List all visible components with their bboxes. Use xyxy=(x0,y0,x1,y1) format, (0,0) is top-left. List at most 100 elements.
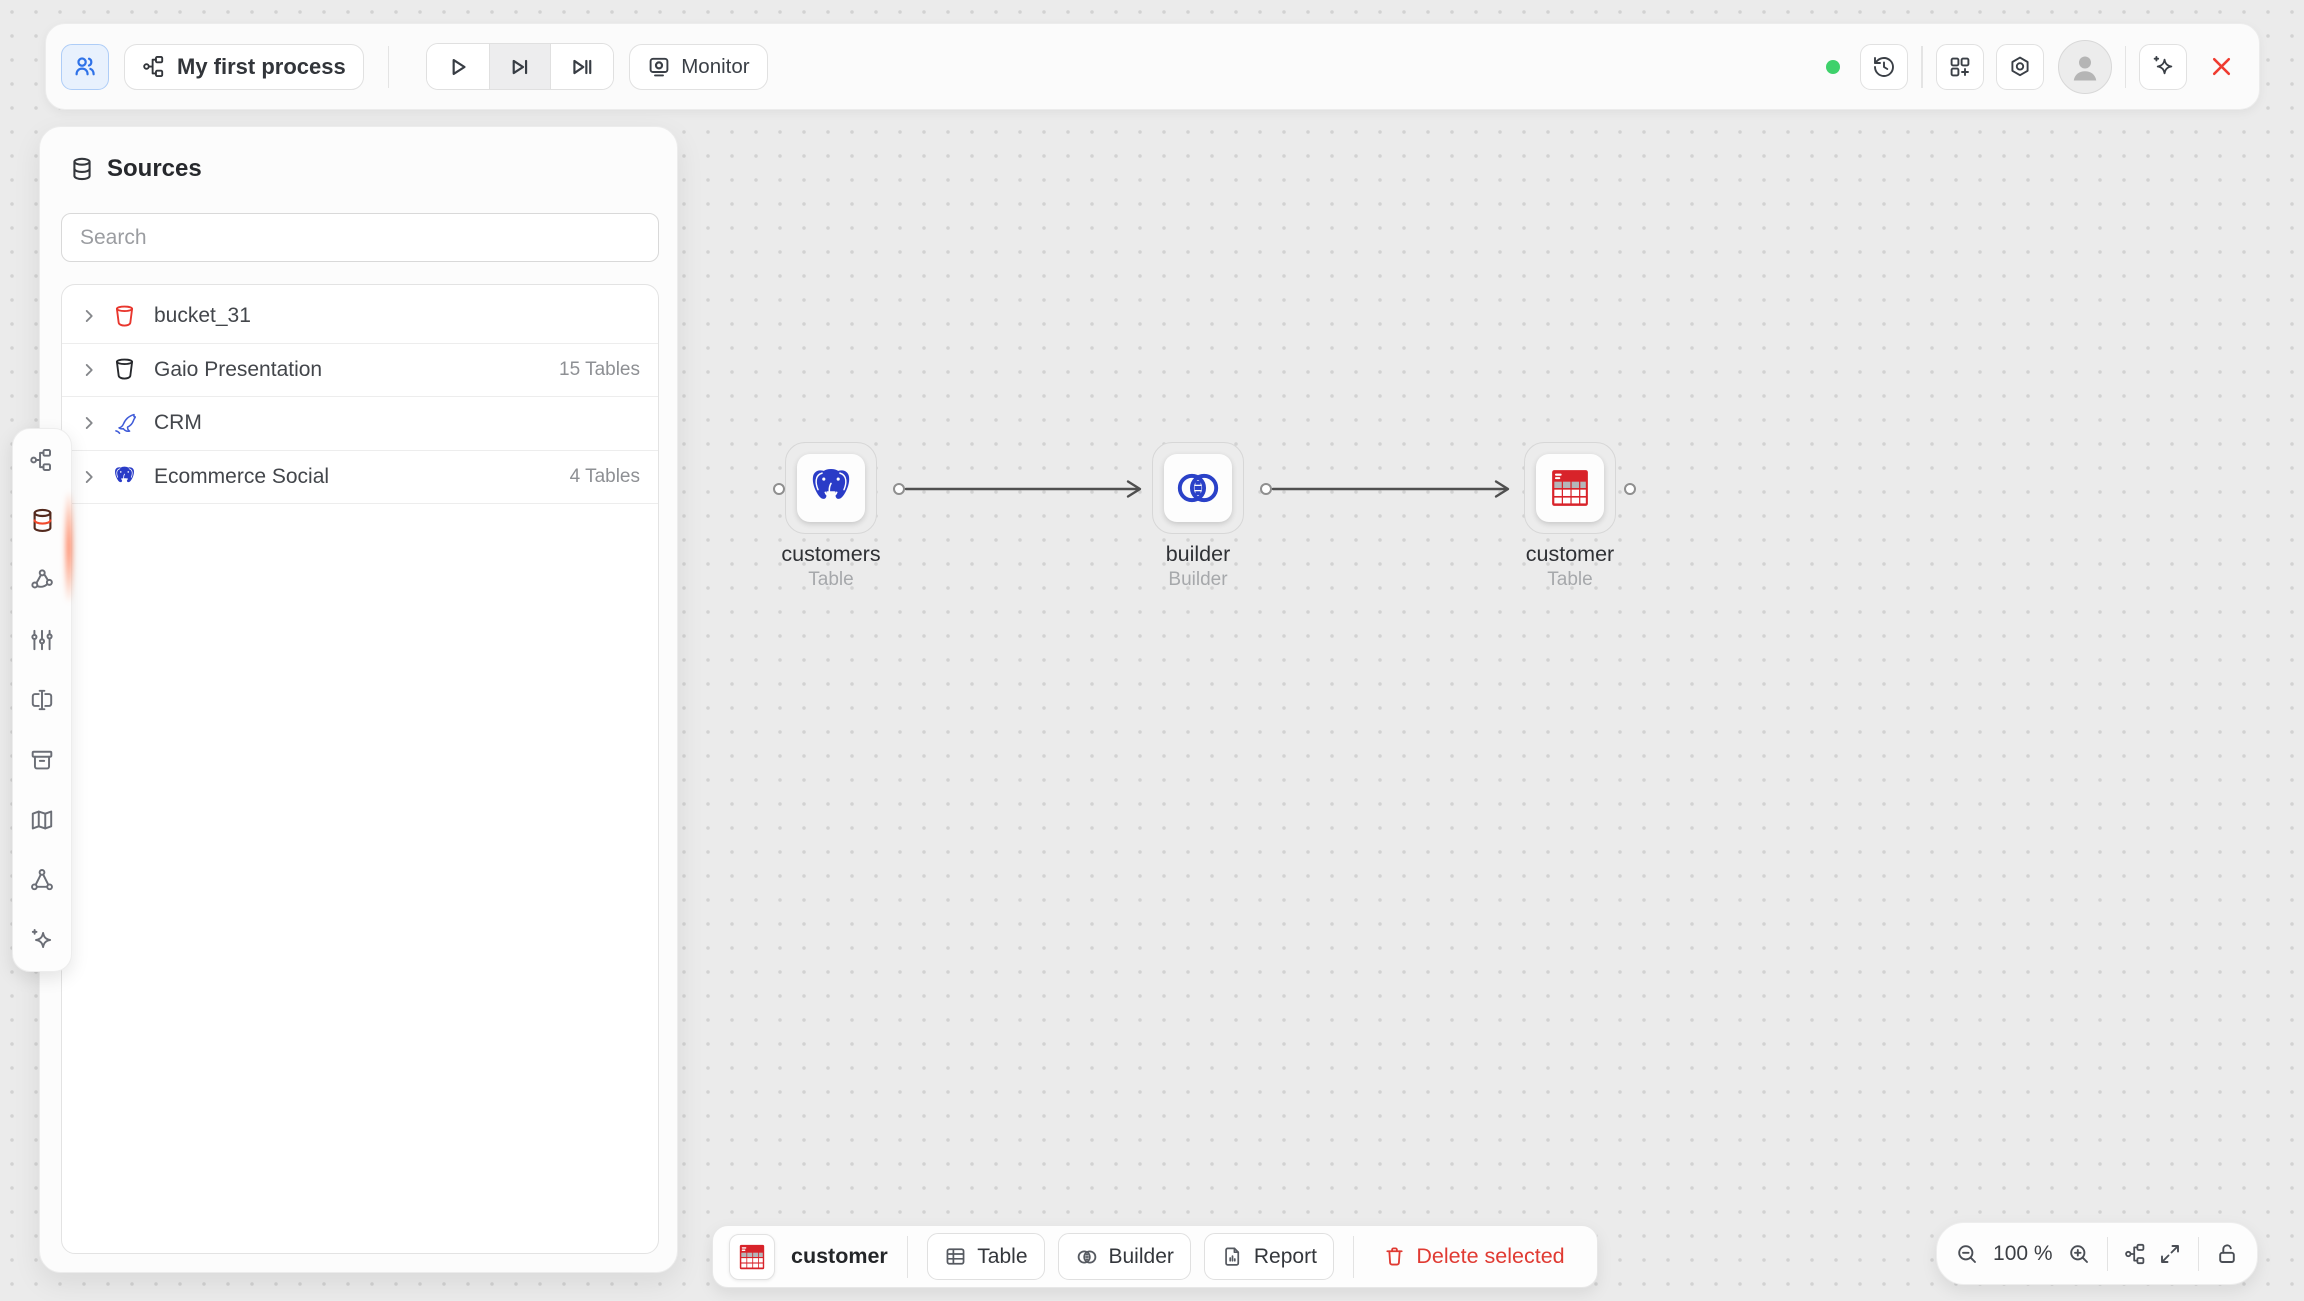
builder-view-button[interactable]: Builder xyxy=(1058,1233,1191,1280)
node-tile xyxy=(1536,454,1604,522)
port-customer-out xyxy=(1625,484,1635,494)
delete-selected-label: Delete selected xyxy=(1416,1244,1564,1269)
selected-node-tile[interactable] xyxy=(729,1234,775,1280)
rail-item-sources-active[interactable] xyxy=(28,506,56,534)
rail-item-archive[interactable] xyxy=(28,746,56,774)
node-title: builder xyxy=(1098,542,1298,567)
toolbar-divider xyxy=(1353,1236,1355,1278)
database-icon xyxy=(29,507,56,534)
port-builder-out xyxy=(1261,484,1271,494)
chevron-right-icon[interactable] xyxy=(78,305,100,327)
source-table-count: 4 Tables xyxy=(570,466,640,488)
active-rail-glow xyxy=(65,493,73,601)
rail-item-share-network[interactable] xyxy=(28,566,56,594)
canvas-node-customer[interactable]: customer Table xyxy=(1524,442,1616,534)
builder-view-label: Builder xyxy=(1109,1245,1174,1269)
source-row-ecommerce-social[interactable]: Ecommerce Social 4 Tables xyxy=(62,451,658,505)
share-network-icon xyxy=(29,567,55,593)
rail-item-sparkles[interactable] xyxy=(28,926,56,954)
source-name: Ecommerce Social xyxy=(148,465,570,489)
workflow-icon xyxy=(142,54,167,79)
toolbar-divider xyxy=(2198,1237,2199,1271)
database-icon xyxy=(69,156,95,182)
source-row-gaio-presentation[interactable]: Gaio Presentation 15 Tables xyxy=(62,344,658,398)
users-button[interactable] xyxy=(61,44,109,90)
delete-selected-button[interactable]: Delete selected xyxy=(1383,1244,1564,1269)
workflow-icon xyxy=(29,447,55,473)
monitor-label: Monitor xyxy=(681,55,749,79)
sliders-icon xyxy=(29,627,55,653)
table-view-label: Table xyxy=(977,1245,1027,1269)
chevron-right-icon[interactable] xyxy=(78,466,100,488)
search-input[interactable] xyxy=(61,213,659,262)
sources-panel: Sources bucket_31 Gaio Presentation 15 T… xyxy=(39,126,678,1273)
source-list: bucket_31 Gaio Presentation 15 Tables CR… xyxy=(61,284,659,1254)
gear-icon xyxy=(2008,55,2032,79)
fit-view-button[interactable] xyxy=(2158,1239,2182,1269)
rail-item-map[interactable] xyxy=(28,806,56,834)
zoom-out-button[interactable] xyxy=(1955,1239,1979,1269)
node-title: customers xyxy=(731,542,931,567)
expand-icon xyxy=(2158,1242,2182,1266)
edge-arrowhead xyxy=(1128,482,1140,497)
zoom-out-icon xyxy=(1955,1242,1979,1266)
node-shell[interactable] xyxy=(1524,442,1616,534)
source-table-count: 15 Tables xyxy=(559,359,640,381)
zoom-in-button[interactable] xyxy=(2067,1239,2091,1269)
monitor-button[interactable]: Monitor xyxy=(629,44,767,90)
play-icon xyxy=(445,54,471,80)
play-pause-icon xyxy=(569,54,595,80)
monitor-icon xyxy=(647,55,671,79)
rail-item-rename[interactable] xyxy=(28,686,56,714)
table-view-button[interactable]: Table xyxy=(927,1233,1044,1280)
node-tile xyxy=(797,454,865,522)
zoom-level: 100 % xyxy=(1989,1242,2057,1266)
toolbar-divider xyxy=(388,46,390,88)
process-name-button[interactable]: My first process xyxy=(124,44,364,90)
node-subtitle: Builder xyxy=(1098,569,1298,591)
chevron-right-icon[interactable] xyxy=(78,412,100,434)
users-icon xyxy=(71,53,99,81)
builder-venn-icon xyxy=(1075,1245,1099,1269)
node-shell[interactable] xyxy=(785,442,877,534)
rail-item-sliders[interactable] xyxy=(28,626,56,654)
toolbar-divider xyxy=(2107,1237,2108,1271)
auto-layout-button[interactable] xyxy=(2124,1239,2148,1269)
node-shell[interactable] xyxy=(1152,442,1244,534)
status-dot xyxy=(1826,60,1840,74)
archive-icon xyxy=(29,747,55,773)
rename-field-icon xyxy=(29,687,55,713)
step-button[interactable] xyxy=(489,44,551,89)
canvas-node-builder[interactable]: builder Builder xyxy=(1152,442,1244,534)
workflow-icon xyxy=(2124,1242,2148,1266)
builder-venn-icon xyxy=(1172,462,1224,514)
user-avatar[interactable] xyxy=(2058,40,2112,94)
source-row-crm[interactable]: CRM xyxy=(62,397,658,451)
rail-item-workflow[interactable] xyxy=(28,446,56,474)
chevron-right-icon[interactable] xyxy=(78,359,100,381)
settings-button[interactable] xyxy=(1996,44,2044,90)
play-button[interactable] xyxy=(427,44,489,89)
toolbar-divider xyxy=(1921,46,1923,88)
process-name-label: My first process xyxy=(177,54,346,80)
history-button[interactable] xyxy=(1860,44,1908,90)
port-customers-in xyxy=(774,484,784,494)
table-red-icon xyxy=(737,1242,767,1272)
canvas-node-customers[interactable]: customers Table xyxy=(785,442,877,534)
table-icon xyxy=(944,1245,967,1268)
node-tile xyxy=(1164,454,1232,522)
apps-add-button[interactable] xyxy=(1936,44,1984,90)
run-controls xyxy=(426,43,614,90)
close-button[interactable] xyxy=(2199,44,2243,90)
ai-assistant-button[interactable] xyxy=(2139,44,2187,90)
rail-item-share-nodes[interactable] xyxy=(28,866,56,894)
lock-canvas-button[interactable] xyxy=(2215,1239,2239,1269)
source-row-bucket-31[interactable]: bucket_31 xyxy=(62,290,658,344)
postgres-elephant-icon xyxy=(807,464,855,512)
report-view-button[interactable]: Report xyxy=(1204,1233,1334,1280)
zoom-in-icon xyxy=(2067,1242,2091,1266)
sparkle-icon xyxy=(29,927,55,953)
close-icon xyxy=(2208,53,2235,80)
selected-node-label: customer xyxy=(791,1244,888,1269)
play-pause-button[interactable] xyxy=(551,44,613,89)
